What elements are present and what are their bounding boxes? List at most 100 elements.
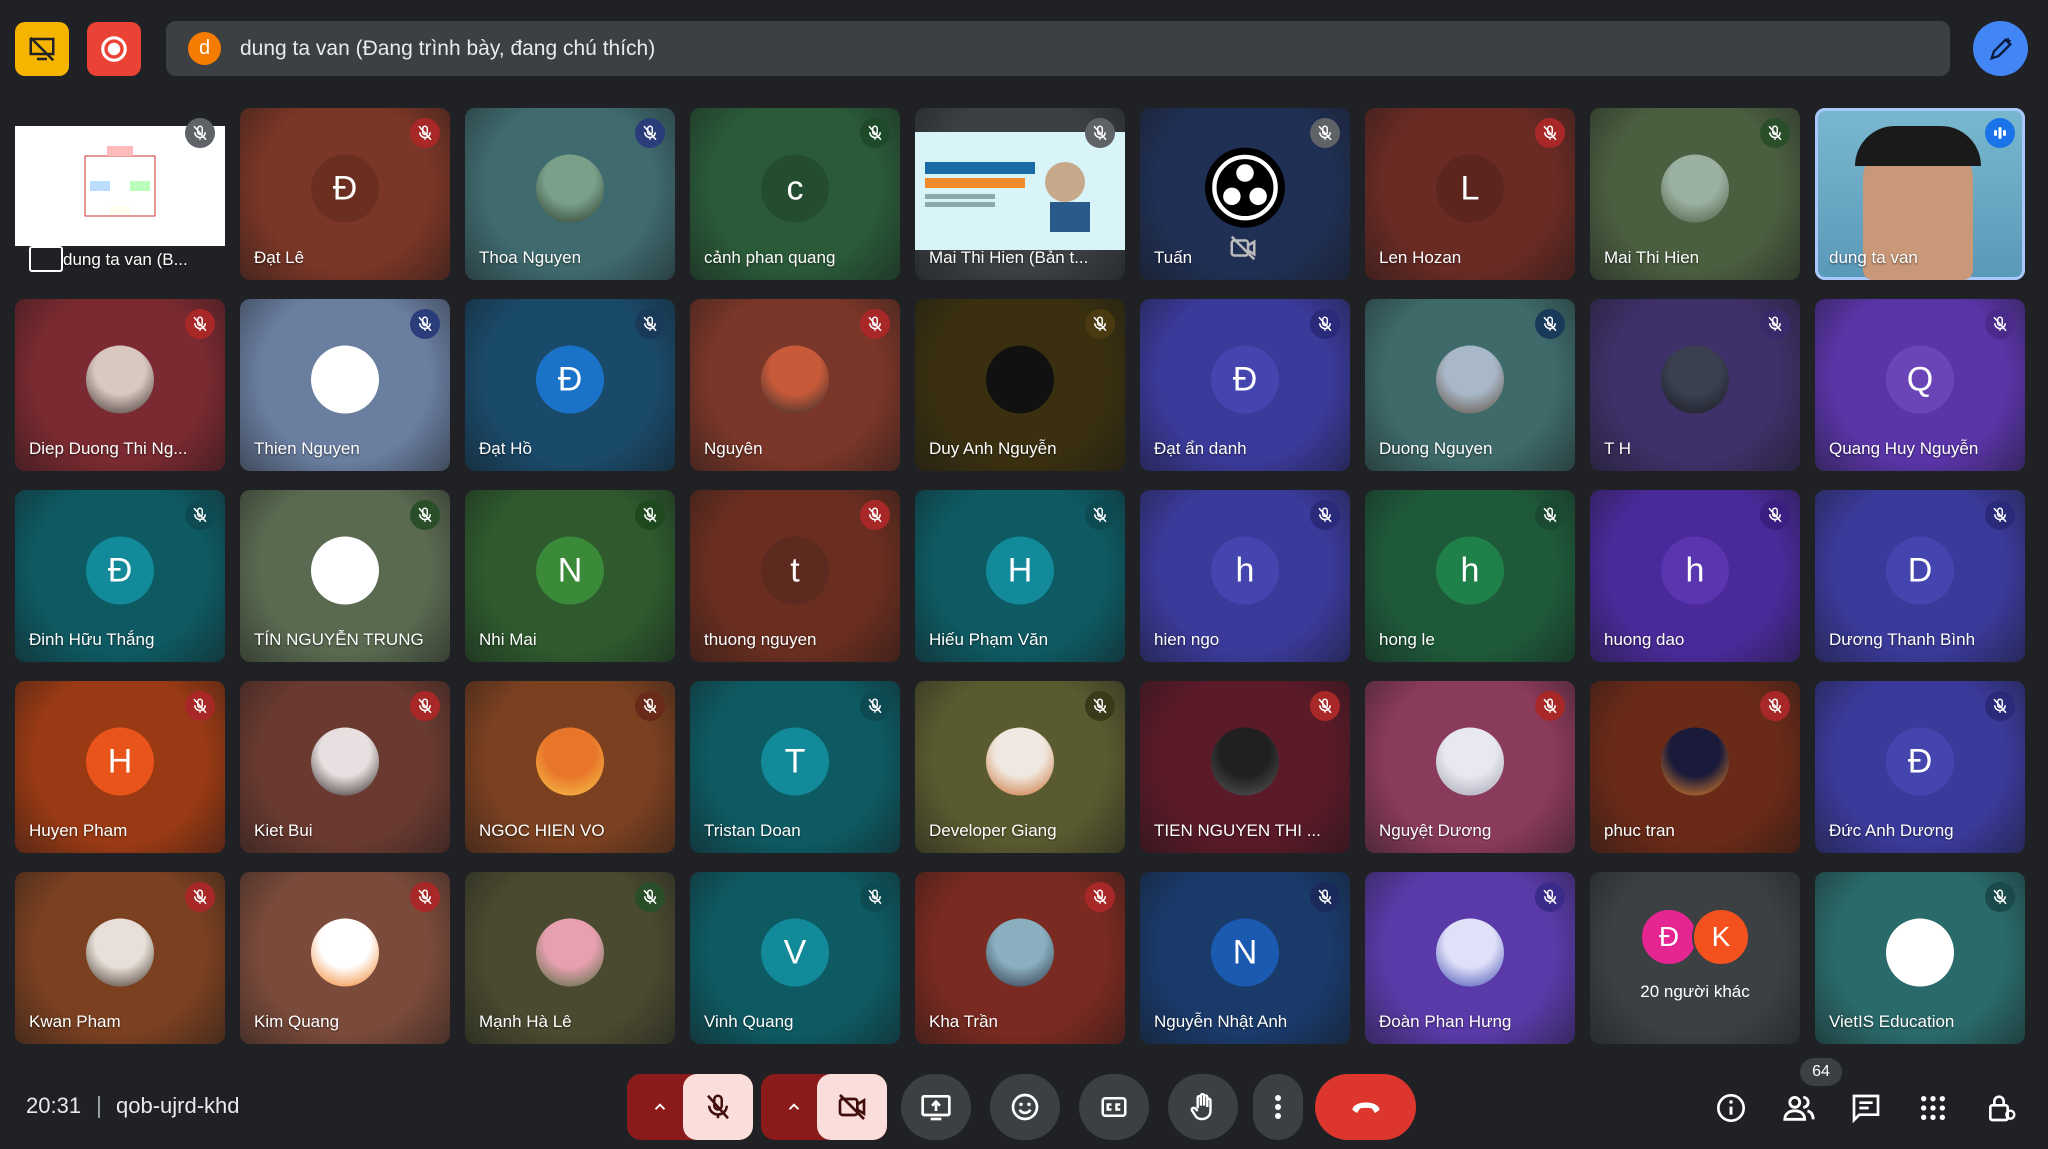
mic-off-icon	[1318, 125, 1332, 141]
presentation-off-icon	[29, 36, 55, 62]
presentation-banner[interactable]: d dung ta van (Đang trình bày, đang chú …	[166, 21, 1950, 76]
record-button[interactable]	[87, 22, 141, 76]
participant-tile[interactable]: Developer Giang	[915, 681, 1125, 853]
participant-tile[interactable]: h huong dao	[1590, 490, 1800, 662]
camera-options-button[interactable]	[764, 1074, 824, 1140]
present-screen-button[interactable]	[901, 1074, 971, 1140]
participant-tile[interactable]: Mạnh Hà Lê	[465, 872, 675, 1044]
participant-tile[interactable]: dung ta van	[1815, 108, 2025, 280]
participant-tile[interactable]: Đ Đức Anh Dương	[1815, 681, 2025, 853]
avatar	[1211, 727, 1279, 796]
participant-tile[interactable]: N Nhi Mai	[465, 490, 675, 662]
participant-tile[interactable]: H Huyen Pham	[15, 681, 225, 853]
mute-indicator	[410, 309, 440, 339]
avatar	[1436, 727, 1504, 796]
obs-logo-icon	[1205, 147, 1285, 228]
mic-toggle-button[interactable]	[683, 1074, 753, 1140]
participant-name: Huyen Pham	[29, 821, 128, 840]
host-controls-button[interactable]	[1981, 1088, 2021, 1128]
participant-name: cảnh phan quang	[704, 248, 836, 267]
mute-indicator	[410, 882, 440, 912]
reactions-button[interactable]	[990, 1074, 1060, 1140]
mic-off-icon	[193, 507, 207, 523]
participant-tile[interactable]: Duy Anh Nguyễn	[915, 299, 1125, 471]
participant-tile[interactable]: Thoa Nguyen	[465, 108, 675, 280]
participant-tile[interactable]: Diep Duong Thi Ng...	[15, 299, 225, 471]
avatar: c	[761, 154, 829, 223]
participant-tile[interactable]: h hong le	[1365, 490, 1575, 662]
participant-tile[interactable]: Đ K 20 người khác	[1590, 872, 1800, 1044]
participant-tile[interactable]: L Len Hozan	[1365, 108, 1575, 280]
chevron-up-icon	[788, 1103, 800, 1110]
participant-tile[interactable]: Mai Thi Hien	[1590, 108, 1800, 280]
avatar: D	[1886, 536, 1954, 605]
avatar	[1661, 727, 1729, 796]
leave-call-button[interactable]	[1315, 1074, 1416, 1140]
mic-off-icon	[1768, 316, 1782, 332]
participant-name: Duy Anh Nguyễn	[929, 439, 1057, 458]
mic-off-icon	[868, 316, 882, 332]
participant-tile[interactable]: T H	[1590, 299, 1800, 471]
participant-tile[interactable]: Kha Trần	[915, 872, 1125, 1044]
presentation-off-button[interactable]	[15, 22, 69, 76]
participant-tile[interactable]: TIEN NGUYEN THI ...	[1140, 681, 1350, 853]
participant-tile[interactable]: c cảnh phan quang	[690, 108, 900, 280]
participant-tile[interactable]: Tuấn	[1140, 108, 1350, 280]
participant-tile[interactable]: Kwan Pham	[15, 872, 225, 1044]
mute-indicator	[635, 500, 665, 530]
participant-tile[interactable]: N Nguyễn Nhật Anh	[1140, 872, 1350, 1044]
participant-name: thuong nguyen	[704, 630, 817, 649]
mute-indicator	[860, 118, 890, 148]
mic-off-icon	[643, 316, 657, 332]
participant-tile[interactable]: Đoàn Phan Hưng	[1365, 872, 1575, 1044]
participant-tile[interactable]: TÍN NGUYỄN TRUNG	[240, 490, 450, 662]
participant-tile[interactable]: dung ta van (B...	[15, 108, 225, 280]
avatar	[311, 918, 379, 987]
avatar	[1436, 345, 1504, 414]
participant-tile[interactable]: Mai Thi Hien (Bản t...	[915, 108, 1125, 280]
participant-tile[interactable]: Q Quang Huy Nguyễn	[1815, 299, 2025, 471]
avatar	[1661, 154, 1729, 223]
participant-tile[interactable]: h hien ngo	[1140, 490, 1350, 662]
participant-tile[interactable]: T Tristan Doan	[690, 681, 900, 853]
participant-tile[interactable]: Duong Nguyen	[1365, 299, 1575, 471]
camera-toggle-button[interactable]	[817, 1074, 887, 1140]
participant-tile[interactable]: Đ Đạt Hồ	[465, 299, 675, 471]
mic-off-icon	[1093, 507, 1107, 523]
mic-off-icon	[1993, 889, 2007, 905]
mic-options-button[interactable]	[630, 1074, 690, 1140]
participant-tile[interactable]: D Dương Thanh Bình	[1815, 490, 2025, 662]
mic-off-icon	[1093, 316, 1107, 332]
participant-name: T H	[1604, 439, 1632, 458]
participant-name: Tuấn	[1154, 248, 1193, 267]
avatar	[1436, 918, 1504, 987]
annotate-button[interactable]	[1973, 21, 2028, 76]
captions-button[interactable]	[1079, 1074, 1149, 1140]
mic-off-icon	[1993, 698, 2007, 714]
participant-tile[interactable]: Nguyệt Dương	[1365, 681, 1575, 853]
participant-tile[interactable]: Đ Đinh Hữu Thắng	[15, 490, 225, 662]
raise-hand-button[interactable]	[1168, 1074, 1238, 1140]
participant-tile[interactable]: t thuong nguyen	[690, 490, 900, 662]
participant-tile[interactable]: NGOC HIEN VO	[465, 681, 675, 853]
avatar	[536, 154, 604, 223]
participant-tile[interactable]: VietIS Education	[1815, 872, 2025, 1044]
participant-name: hong le	[1379, 630, 1435, 649]
participant-tile[interactable]: Đ Đạt Lê	[240, 108, 450, 280]
participant-tile[interactable]: Nguyên	[690, 299, 900, 471]
participant-tile[interactable]: Kiet Bui	[240, 681, 450, 853]
participant-tile[interactable]: Thien Nguyen	[240, 299, 450, 471]
participant-tile[interactable]: phuc tran	[1590, 681, 1800, 853]
more-options-button[interactable]	[1253, 1074, 1303, 1140]
mute-indicator	[185, 309, 215, 339]
meeting-info-button[interactable]	[1711, 1088, 1751, 1128]
participant-tile[interactable]: Đ Đạt ẩn danh	[1140, 299, 1350, 471]
chat-button[interactable]	[1846, 1088, 1886, 1128]
mute-indicator	[1535, 500, 1565, 530]
webcam-hair	[1855, 126, 1981, 166]
participant-tile[interactable]: H Hiếu Phạm Văn	[915, 490, 1125, 662]
participant-tile[interactable]: V Vinh Quang	[690, 872, 900, 1044]
activities-button[interactable]	[1913, 1088, 1953, 1128]
participant-tile[interactable]: Kim Quang	[240, 872, 450, 1044]
people-button[interactable]	[1779, 1088, 1819, 1128]
